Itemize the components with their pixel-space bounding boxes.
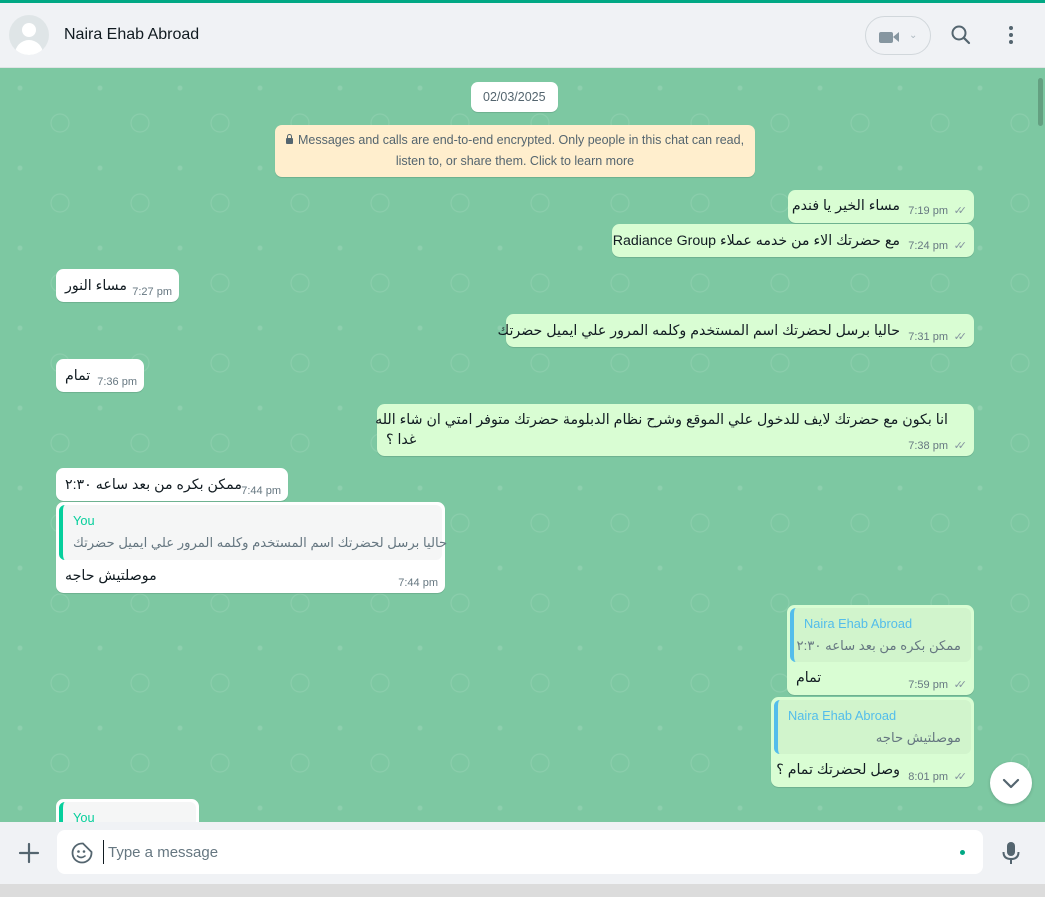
plus-icon[interactable]: [18, 842, 40, 864]
message-time: 7:27 pm: [132, 286, 172, 298]
double-check-icon: ✓✓: [953, 240, 968, 252]
message-time: 7:36 pm: [97, 376, 137, 388]
avatar-body: [15, 40, 43, 55]
search-icon[interactable]: [950, 24, 972, 46]
quoted-message[interactable]: You حاليا برسل لحضرتك اسم المستخدم وكلمه…: [59, 505, 447, 560]
quoted-author: Naira Ehab Abroad: [788, 708, 897, 723]
status-dot: [960, 850, 965, 855]
message-bubble-incoming-reply[interactable]: You حاليا برسل لحضرتك اسم المستخدم وكلمه…: [56, 502, 447, 593]
chevron-down-icon: [1002, 778, 1020, 789]
quoted-author: You: [73, 513, 95, 528]
message-text: ممكن بكره من بعد ساعه ٢:٣٠: [65, 477, 242, 493]
message-time: 7:44 pm: [398, 577, 438, 589]
encryption-text-line1: Messages and calls are end-to-end encryp…: [297, 133, 745, 147]
message-bubble-incoming[interactable]: تمام 7:36 pm: [56, 359, 144, 392]
message-text: مساء الخير يا فندم: [791, 198, 900, 214]
double-check-icon: ✓✓: [953, 331, 968, 343]
message-time: 7:59 pm: [908, 679, 948, 691]
avatar-head: [22, 23, 36, 37]
message-bubble-outgoing-reply[interactable]: Naira Ehab Abroad موصلتيش حاجه وصل لحضرت…: [771, 697, 974, 787]
message-bubble-outgoing-reply[interactable]: Naira Ehab Abroad ممكن بكره من بعد ساعه …: [787, 605, 974, 695]
chevron-down-icon: ⌄: [909, 30, 918, 41]
lock-icon: [285, 134, 293, 144]
message-time: 8:01 pm: [908, 771, 948, 783]
quoted-text: ممكن بكره من بعد ساعه ٢:٣٠: [796, 638, 961, 653]
message-bubble-outgoing[interactable]: مساء الخير يا فندم 7:19 pm ✓✓: [788, 190, 974, 223]
double-check-icon: ✓✓: [953, 205, 968, 217]
quoted-text: حاليا برسل لحضرتك اسم المستخدم وكلمه الم…: [73, 535, 448, 550]
double-check-icon: ✓✓: [953, 771, 968, 783]
quoted-message[interactable]: Naira Ehab Abroad ممكن بكره من بعد ساعه …: [790, 608, 971, 662]
chat-area[interactable]: 02/03/2025 Messages and calls are end-to…: [0, 68, 1045, 822]
video-camera-lens: [893, 32, 899, 42]
encryption-notice[interactable]: Messages and calls are end-to-end encryp…: [275, 125, 755, 177]
message-text: حاليا برسل لحضرتك اسم المستخدم وكلمه الم…: [497, 323, 900, 339]
message-time: 7:44 pm: [241, 485, 281, 497]
message-text-line1: انا بكون مع حضرتك لايف للدخول علي الموقع…: [375, 412, 948, 428]
message-text: مساء النور: [65, 278, 127, 294]
message-text: تمام: [65, 368, 91, 384]
message-bubble-incoming[interactable]: ممكن بكره من بعد ساعه ٢:٣٠ 7:44 pm: [56, 468, 288, 501]
message-bubble-incoming[interactable]: مساء النور 7:27 pm: [56, 269, 179, 302]
message-time: 7:24 pm: [908, 240, 948, 252]
message-input-box[interactable]: [57, 830, 983, 874]
scroll-to-bottom-button[interactable]: [990, 762, 1032, 804]
message-text: تمام: [796, 670, 822, 686]
message-time: 7:38 pm: [908, 440, 948, 452]
scrollbar-thumb[interactable]: [1038, 78, 1043, 126]
quoted-text: موصلتيش حاجه: [875, 730, 961, 745]
composer-bar: [0, 822, 1045, 884]
message-bubble-incoming-reply[interactable]: You: [56, 799, 199, 822]
chat-header: Naira Ehab Abroad ⌄: [0, 3, 1045, 68]
encryption-text-line2: listen to, or share them. Click to learn…: [395, 154, 635, 168]
message-bubble-outgoing[interactable]: حاليا برسل لحضرتك اسم المستخدم وكلمه الم…: [497, 314, 974, 347]
contact-avatar[interactable]: [9, 15, 49, 55]
microphone-icon[interactable]: [1000, 840, 1022, 866]
message-text: وصل لحضرتك تمام ؟: [776, 762, 900, 778]
date-chip: 02/03/2025: [471, 82, 558, 112]
message-text-line2: غدا ؟: [386, 432, 417, 448]
scrollbar[interactable]: [1037, 68, 1045, 822]
video-call-button[interactable]: ⌄: [865, 16, 931, 55]
message-bubble-outgoing[interactable]: انا بكون مع حضرتك لايف للدخول علي الموقع…: [375, 404, 974, 456]
quoted-message[interactable]: Naira Ehab Abroad موصلتيش حاجه: [774, 700, 971, 754]
sticker-smiley-icon[interactable]: [70, 841, 94, 865]
video-camera-icon: [879, 32, 893, 43]
double-check-icon: ✓✓: [953, 440, 968, 452]
message-input[interactable]: [103, 840, 903, 864]
message-text: مع حضرتك الاء من خدمه عملاء Radiance Gro…: [612, 233, 900, 249]
double-check-icon: ✓✓: [953, 679, 968, 691]
message-bubble-outgoing[interactable]: مع حضرتك الاء من خدمه عملاء Radiance Gro…: [612, 224, 974, 257]
quoted-author: Naira Ehab Abroad: [804, 616, 913, 631]
message-time: 7:19 pm: [908, 205, 948, 217]
quoted-message[interactable]: You: [59, 802, 196, 822]
message-text: موصلتيش حاجه: [65, 568, 157, 584]
quoted-author: You: [73, 810, 95, 822]
window-bottom-bar: [0, 884, 1045, 897]
kebab-menu-icon[interactable]: [1005, 24, 1017, 46]
contact-name[interactable]: Naira Ehab Abroad: [64, 26, 199, 44]
message-time: 7:31 pm: [908, 331, 948, 343]
